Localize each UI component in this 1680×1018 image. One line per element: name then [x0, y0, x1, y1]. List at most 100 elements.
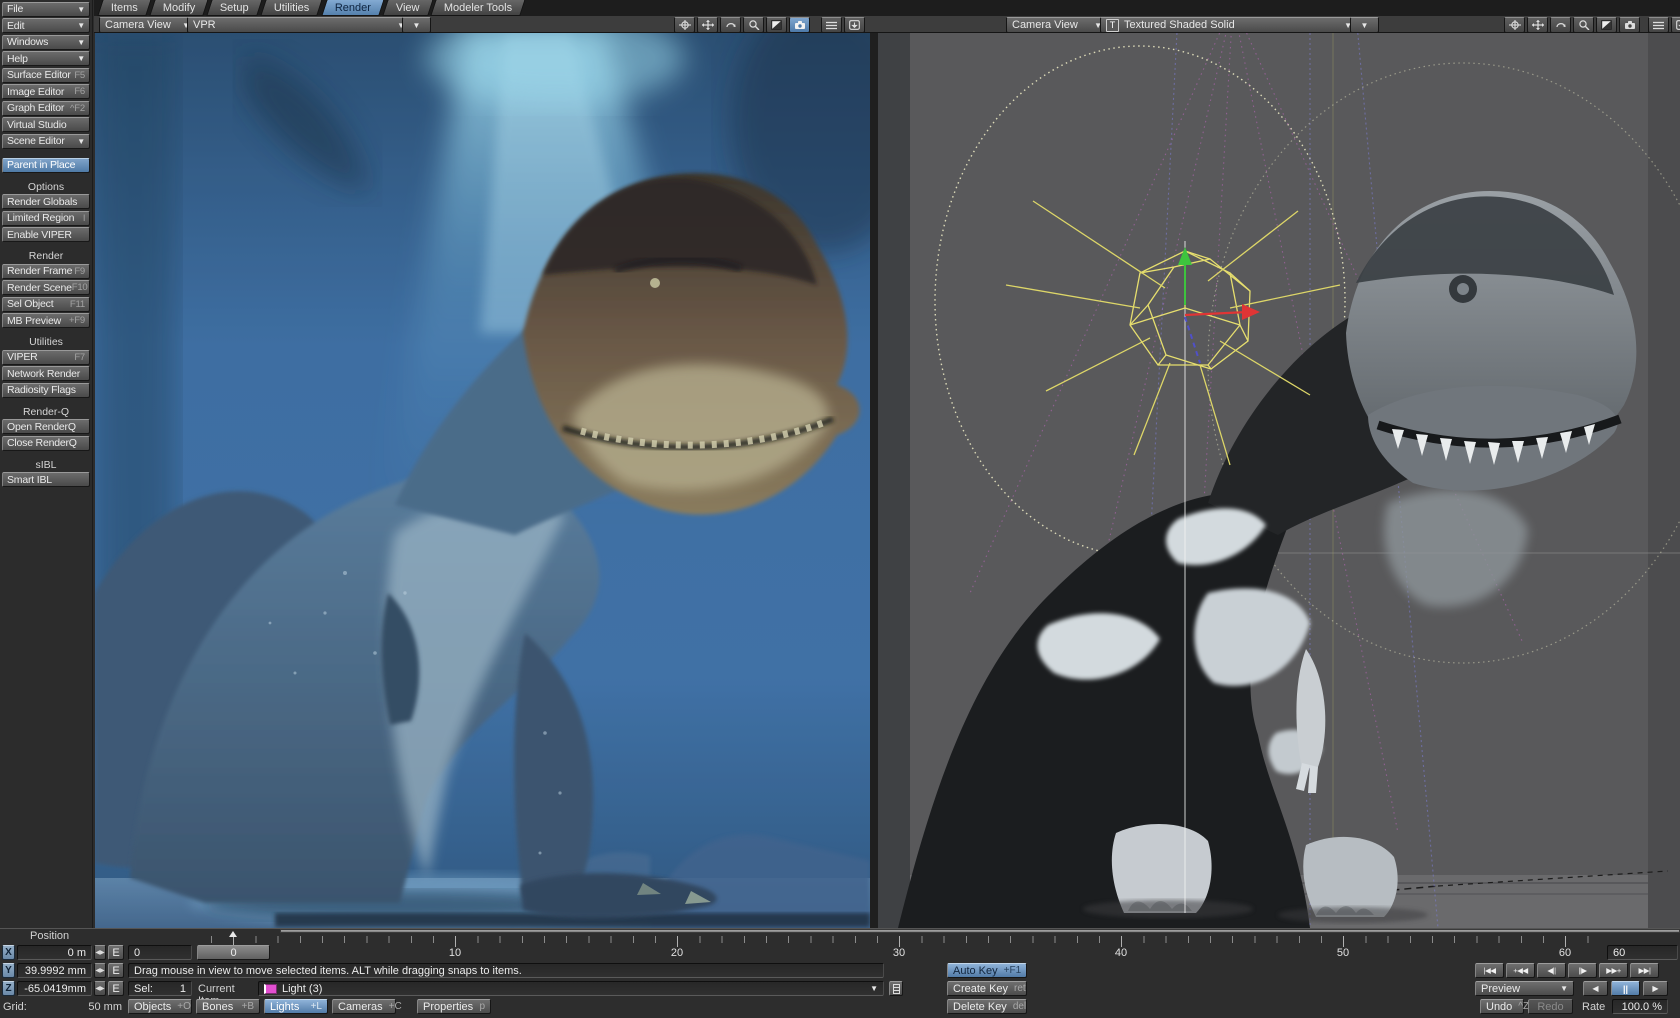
scene-editor-button[interactable]: Scene Editor▼ — [2, 134, 90, 149]
tab-view[interactable]: View — [382, 0, 433, 16]
limited-region-button[interactable]: Limited Regionl — [2, 211, 90, 226]
camera-icon[interactable] — [1619, 17, 1640, 33]
last-frame-field[interactable]: 60 — [1607, 945, 1678, 960]
current-item-dropdown[interactable]: Light (3) ▼ — [258, 981, 884, 996]
x-position-field[interactable]: 0 m — [17, 945, 92, 960]
viper-button[interactable]: VIPERF7 — [2, 350, 90, 365]
menu-windows[interactable]: Windows▼ — [2, 35, 90, 50]
viewport-divider[interactable] — [870, 33, 878, 928]
bones-mode-button[interactable]: Bones+B — [196, 999, 260, 1014]
network-render-button[interactable]: Network Render — [2, 366, 90, 381]
textured-shaded-viewport[interactable] — [878, 33, 1680, 928]
surface-editor-button[interactable]: Surface EditorF5 — [2, 68, 90, 83]
maximize-viewport-icon[interactable] — [1596, 17, 1617, 33]
timeline-scrollbar[interactable] — [280, 929, 1680, 933]
pause-button[interactable]: || — [1611, 981, 1640, 996]
x-spinner[interactable]: ◀▶ — [94, 945, 106, 960]
x-axis-chip[interactable]: X — [2, 945, 15, 960]
left-shade-mode-dropdown[interactable]: VPR▼ — [187, 17, 411, 33]
light-item-icon — [264, 984, 277, 994]
right-viewport-menu-button[interactable]: ▼ — [1350, 17, 1379, 33]
center-item-icon[interactable] — [1504, 17, 1525, 33]
sel-object-button[interactable]: Sel ObjectF11 — [2, 297, 90, 312]
z-spinner[interactable]: ◀▶ — [94, 981, 106, 996]
radiosity-flags-button[interactable]: Radiosity Flags — [2, 383, 90, 398]
right-view-mode-dropdown[interactable]: Camera View▼ — [1006, 17, 1108, 33]
left-view-mode-dropdown[interactable]: Camera View▼ — [99, 17, 196, 33]
zoom-view-icon[interactable] — [1573, 17, 1594, 33]
next-key-button[interactable]: ▶▶+ — [1599, 963, 1628, 978]
lights-mode-button[interactable]: Lights+L — [264, 999, 328, 1014]
go-to-start-button[interactable]: |◀◀ — [1475, 963, 1504, 978]
frame-slider-handle[interactable]: 0 — [197, 945, 270, 960]
grid-value: 50 mm — [60, 1001, 122, 1013]
section-title-options: Options — [0, 181, 92, 193]
chevron-down-icon: ▼ — [77, 21, 85, 30]
delete-key-button[interactable]: Delete Keydel — [947, 999, 1027, 1014]
camera-icon[interactable] — [789, 17, 810, 33]
go-to-end-button[interactable]: ▶▶| — [1630, 963, 1659, 978]
menu-edit[interactable]: Edit▼ — [2, 18, 90, 33]
x-envelope-button[interactable]: E — [108, 945, 124, 960]
position-panel-title: Position — [30, 930, 69, 942]
auto-key-button[interactable]: Auto Key+F1 — [947, 963, 1027, 978]
properties-button[interactable]: Propertiesp — [417, 999, 491, 1014]
step-back-button[interactable]: ◀|| — [1537, 963, 1566, 978]
preview-dropdown[interactable]: Preview▼ — [1475, 981, 1574, 996]
image-editor-button[interactable]: Image EditorF6 — [2, 84, 90, 99]
step-forward-button[interactable]: ||▶ — [1568, 963, 1597, 978]
y-position-field[interactable]: 39.9992 mm — [17, 963, 92, 978]
z-envelope-button[interactable]: E — [108, 981, 124, 996]
save-preset-icon[interactable] — [844, 17, 865, 33]
render-frame-button[interactable]: Render FrameF9 — [2, 264, 90, 279]
save-preset-icon[interactable] — [1671, 17, 1680, 33]
center-item-icon[interactable] — [674, 17, 695, 33]
render-scene-button[interactable]: Render SceneF10 — [2, 280, 90, 295]
play-backward-button[interactable]: ◀ — [1583, 981, 1608, 996]
y-envelope-button[interactable]: E — [108, 963, 124, 978]
tab-modify[interactable]: Modify — [149, 0, 209, 16]
z-position-field[interactable]: -65.0419mm — [17, 981, 92, 996]
pan-view-icon[interactable] — [1527, 17, 1548, 33]
menu-file[interactable]: File▼ — [2, 2, 90, 17]
close-renderq-button[interactable]: Close RenderQ — [2, 436, 90, 451]
create-key-button[interactable]: Create Keyret — [947, 981, 1027, 996]
right-shade-mode-dropdown[interactable]: TTextured Shaded Solid ▼ — [1100, 17, 1358, 33]
rotate-view-icon[interactable] — [1550, 17, 1571, 33]
current-frame-field[interactable]: 0 — [128, 945, 192, 960]
tick-label: 40 — [1115, 947, 1127, 959]
tab-setup[interactable]: Setup — [207, 0, 263, 16]
rotate-view-icon[interactable] — [720, 17, 741, 33]
open-renderq-button[interactable]: Open RenderQ — [2, 419, 90, 434]
pan-view-icon[interactable] — [697, 17, 718, 33]
tab-modeler-tools[interactable]: Modeler Tools — [430, 0, 526, 16]
menu-help[interactable]: Help▼ — [2, 51, 90, 66]
rate-field[interactable]: 100.0 % — [1612, 999, 1668, 1014]
maximize-viewport-icon[interactable] — [766, 17, 787, 33]
left-viewport-menu-button[interactable]: ▼ — [402, 17, 431, 33]
previous-key-button[interactable]: +◀◀ — [1506, 963, 1535, 978]
undo-button[interactable]: Undo^Z — [1480, 999, 1524, 1014]
enable-viper-button[interactable]: Enable VIPER — [2, 227, 90, 242]
cameras-mode-button[interactable]: Cameras+C — [332, 999, 396, 1014]
smart-ibl-button[interactable]: Smart IBL — [2, 472, 90, 487]
z-axis-chip[interactable]: Z — [2, 981, 15, 996]
y-axis-chip[interactable]: Y — [2, 963, 15, 978]
list-icon[interactable] — [821, 17, 842, 33]
virtual-studio-button[interactable]: Virtual Studio — [2, 117, 90, 132]
play-forward-button[interactable]: ▶ — [1643, 981, 1668, 996]
zoom-view-icon[interactable] — [743, 17, 764, 33]
vpr-render-viewport[interactable] — [95, 33, 870, 928]
y-spinner[interactable]: ◀▶ — [94, 963, 106, 978]
item-list-button[interactable] — [889, 981, 903, 996]
tab-render[interactable]: Render — [321, 0, 385, 16]
redo-button[interactable]: Redo — [1528, 999, 1573, 1014]
objects-mode-button[interactable]: Objects+O — [128, 999, 192, 1014]
parent-in-place-button[interactable]: Parent in Place — [2, 158, 90, 173]
list-icon[interactable] — [1648, 17, 1669, 33]
tab-items[interactable]: Items — [97, 0, 151, 16]
render-globals-button[interactable]: Render Globals — [2, 194, 90, 209]
mb-preview-button[interactable]: MB Preview+F9 — [2, 313, 90, 328]
graph-editor-button[interactable]: Graph Editor^F2 — [2, 101, 90, 116]
tab-utilities[interactable]: Utilities — [260, 0, 323, 16]
